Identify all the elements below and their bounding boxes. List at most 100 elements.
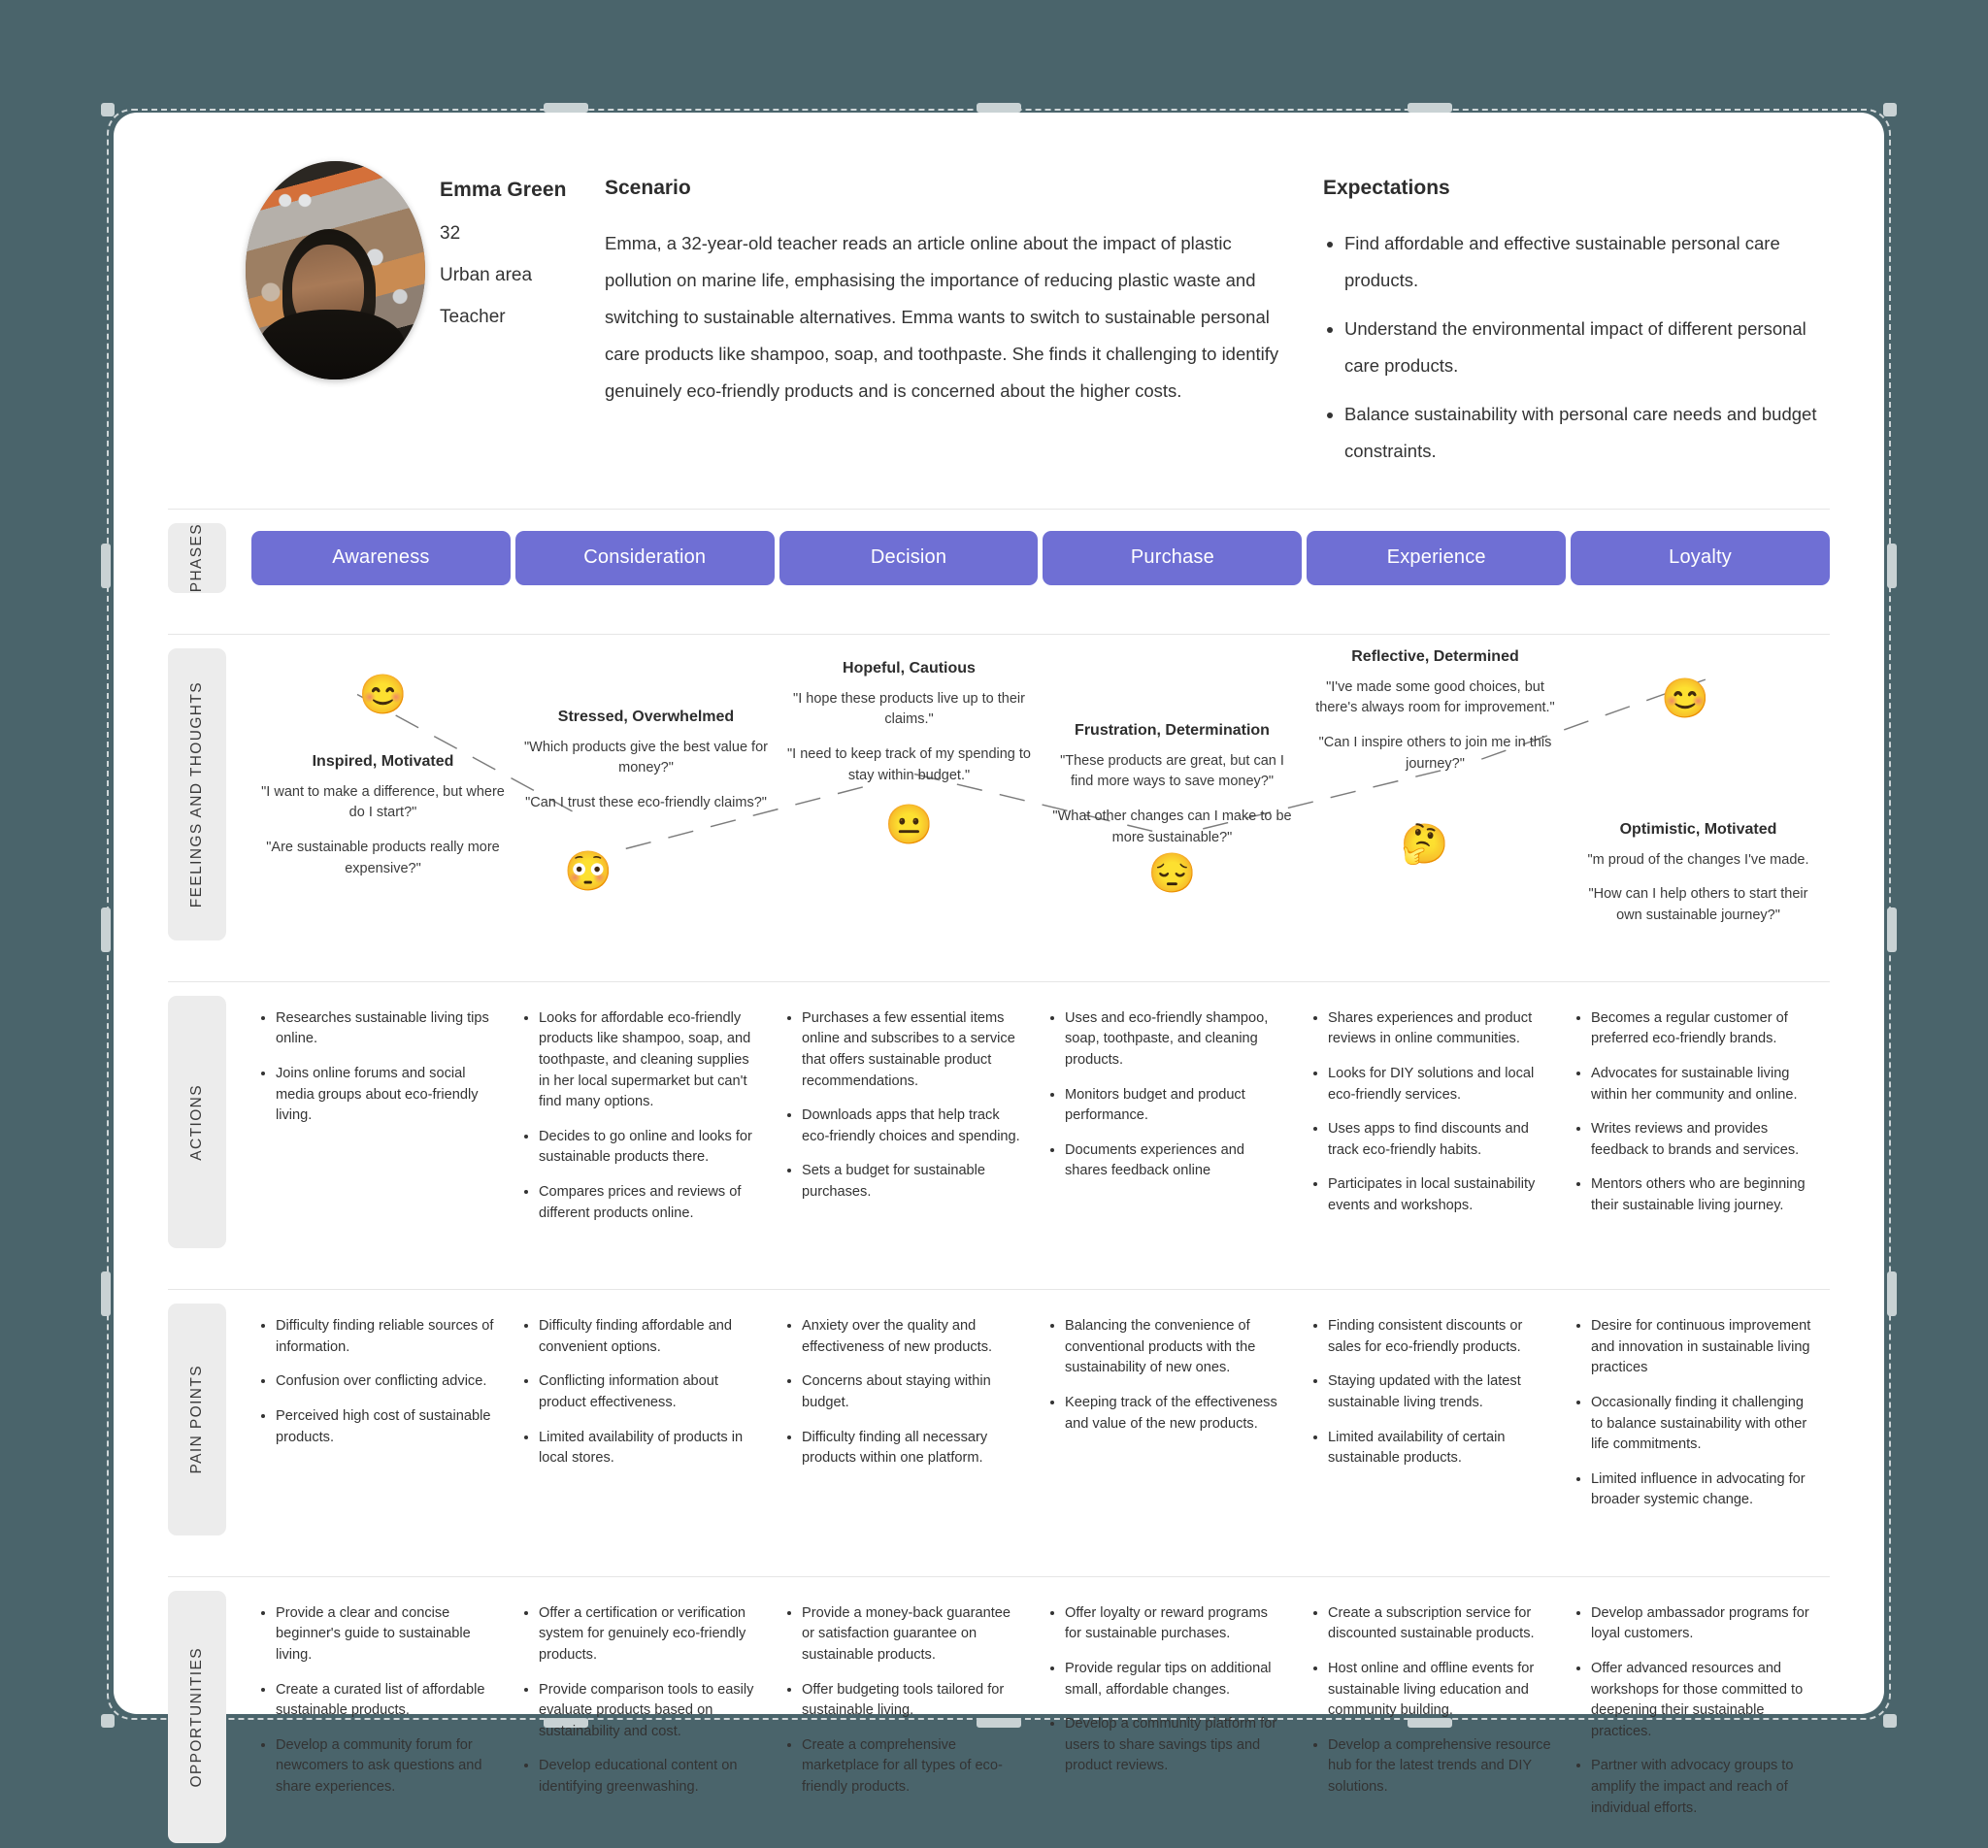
pain-points-row: PAIN POINTS Difficulty finding reliable …: [168, 1290, 1830, 1549]
actions-list: Shares experiences and product reviews i…: [1311, 1007, 1551, 1217]
phase-chip-consideration[interactable]: Consideration: [514, 530, 775, 585]
resize-handle-left-upper[interactable]: [101, 544, 111, 588]
feelings-label-text: FEELINGS AND THOUGHTS: [188, 680, 205, 908]
resize-handle-top-left[interactable]: [101, 103, 115, 116]
list-item: Develop a community platform for users t…: [1065, 1713, 1288, 1777]
phase-chip-purchase[interactable]: Purchase: [1043, 530, 1303, 585]
feeling-cell-loyalty: 😊 Optimistic, Motivated "m proud of the …: [1567, 648, 1830, 940]
feeling-quote: "Can I trust these eco-friendly claims?": [525, 795, 767, 811]
list-item: Offer budgeting tools tailored for susta…: [802, 1679, 1025, 1722]
resize-handle-left-lower[interactable]: [101, 1271, 111, 1316]
feeling-title: Inspired, Motivated: [312, 752, 454, 770]
list-item: Develop ambassador programs for loyal cu…: [1591, 1602, 1814, 1645]
list-item: Occasionally finding it challenging to b…: [1591, 1392, 1814, 1456]
pain-cell-purchase: Balancing the convenience of conventiona…: [1041, 1315, 1304, 1524]
resize-handle-bottom-left[interactable]: [101, 1714, 115, 1728]
pain-list: Anxiety over the quality and effectivene…: [785, 1315, 1025, 1469]
scenario-body: Emma, a 32-year-old teacher reads an art…: [605, 233, 1279, 401]
actions-row: ACTIONS Researches sustainable living ti…: [168, 982, 1830, 1262]
actions-cell-purchase: Uses and eco-friendly shampoo, soap, too…: [1041, 1007, 1304, 1237]
feeling-quote: "How can I help others to start their ow…: [1588, 886, 1808, 924]
expectations-title: Expectations: [1323, 177, 1450, 199]
actions-row-label: ACTIONS: [168, 995, 226, 1249]
persona-details: Emma Green 32 Urban area Teacher: [440, 161, 605, 348]
pain-cell-loyalty: Desire for continuous improvement and in…: [1567, 1315, 1830, 1524]
pain-list: Desire for continuous improvement and in…: [1574, 1315, 1814, 1511]
phases-row-label: PHASES: [168, 522, 226, 593]
pain-cell-experience: Finding consistent discounts or sales fo…: [1304, 1315, 1567, 1524]
emoji-smiling-face-with-smiling-eyes: 😊: [358, 673, 408, 716]
scenario-section: Scenario Emma, a 32-year-old teacher rea…: [605, 161, 1284, 410]
pain-label-cell: PAIN POINTS: [168, 1290, 238, 1549]
list-item: Develop a community forum for newcomers …: [276, 1734, 499, 1798]
list-item: Create a curated list of affordable sust…: [276, 1679, 499, 1722]
list-item: Difficulty finding affordable and conven…: [539, 1315, 762, 1358]
resize-handle-left-middle[interactable]: [101, 908, 111, 952]
emoji-pensive-face: 😔: [1147, 851, 1197, 895]
resize-handle-bottom-right[interactable]: [1883, 1714, 1897, 1728]
persona-header: Emma Green 32 Urban area Teacher Scenari…: [168, 155, 1830, 481]
pain-list: Finding consistent discounts or sales fo…: [1311, 1315, 1551, 1469]
list-item: Looks for DIY solutions and local eco-fr…: [1328, 1063, 1551, 1106]
list-item: Uses apps to find discounts and track ec…: [1328, 1118, 1551, 1161]
list-item: Provide comparison tools to easily evalu…: [539, 1679, 762, 1743]
expectations-section: Expectations Find affordable and effecti…: [1284, 161, 1830, 481]
pain-points-cells: Difficulty finding reliable sources of i…: [238, 1290, 1830, 1549]
opportunity-cell-decision: Provide a money-back guarantee or satisf…: [778, 1602, 1041, 1832]
feelings-cells: 😊 Inspired, Motivated "I want to make a …: [238, 635, 1830, 954]
feeling-cell-experience: Reflective, Determined "I've made some g…: [1304, 648, 1567, 940]
actions-list: Becomes a regular customer of preferred …: [1574, 1007, 1814, 1217]
opportunities-list: Offer a certification or verification sy…: [522, 1602, 762, 1798]
phase-chip-awareness[interactable]: Awareness: [251, 530, 511, 585]
list-item: Writes reviews and provides feedback to …: [1591, 1118, 1814, 1161]
resize-handle-top-middle[interactable]: [977, 103, 1021, 113]
scenario-title: Scenario: [605, 177, 691, 199]
avatar-container: [246, 161, 440, 380]
avatar-shoulders: [259, 310, 405, 380]
resize-handle-right-middle[interactable]: [1887, 908, 1897, 952]
feeling-quote: "Can I inspire others to join me in this…: [1318, 735, 1552, 772]
feeling-title: Hopeful, Cautious: [843, 659, 976, 676]
list-item: Participates in local sustainability eve…: [1328, 1173, 1551, 1216]
opportunities-cells: Provide a clear and concise beginner's g…: [238, 1577, 1830, 1848]
resize-handle-right-lower[interactable]: [1887, 1271, 1897, 1316]
actions-cells: Researches sustainable living tips onlin…: [238, 982, 1830, 1262]
persona-age: 32: [440, 223, 461, 244]
resize-handle-top-left-mid[interactable]: [544, 103, 588, 113]
actions-cell-decision: Purchases a few essential items online a…: [778, 1007, 1041, 1237]
phases-row: PHASES Awareness Consideration Decision …: [168, 510, 1830, 607]
list-item: Mentors others who are beginning their s…: [1591, 1173, 1814, 1216]
feeling-cell-decision: Hopeful, Cautious "I hope these products…: [778, 648, 1041, 940]
opportunity-cell-purchase: Offer loyalty or reward programs for sus…: [1041, 1602, 1304, 1832]
list-item: Limited influence in advocating for broa…: [1591, 1468, 1814, 1511]
emoji-smiling-face-with-smiling-eyes: 😊: [1661, 676, 1709, 720]
opportunities-list: Provide a money-back guarantee or satisf…: [785, 1602, 1025, 1798]
persona-location: Urban area: [440, 265, 533, 285]
feeling-cell-awareness: 😊 Inspired, Motivated "I want to make a …: [251, 648, 514, 940]
pain-points-row-label: PAIN POINTS: [168, 1304, 226, 1535]
actions-cell-loyalty: Becomes a regular customer of preferred …: [1567, 1007, 1830, 1237]
feeling-quote: "I want to make a difference, but where …: [261, 783, 505, 821]
emoji-flushed-face: 😳: [563, 849, 613, 893]
list-item: Desire for continuous improvement and in…: [1591, 1315, 1814, 1379]
opportunities-label-cell: OPPORTUNITIES: [168, 1577, 238, 1848]
emoji-thinking-face: 🤔: [1400, 822, 1449, 866]
actions-cell-consideration: Looks for affordable eco-friendly produc…: [514, 1007, 778, 1237]
resize-handle-right-upper[interactable]: [1887, 544, 1897, 588]
feeling-quote: "These products are great, but can I fin…: [1060, 752, 1284, 790]
phase-chip-loyalty[interactable]: Loyalty: [1571, 530, 1830, 585]
actions-list: Looks for affordable eco-friendly produc…: [522, 1007, 762, 1224]
actions-cell-awareness: Researches sustainable living tips onlin…: [251, 1007, 514, 1237]
opportunities-label-text: OPPORTUNITIES: [188, 1646, 205, 1788]
resize-handle-top-right[interactable]: [1883, 103, 1897, 116]
phase-chip-decision[interactable]: Decision: [779, 530, 1039, 585]
list-item: Host online and offline events for susta…: [1328, 1658, 1551, 1722]
phase-chip-experience[interactable]: Experience: [1307, 530, 1567, 585]
opportunities-row-label: OPPORTUNITIES: [168, 1590, 226, 1844]
resize-handle-top-right-mid[interactable]: [1408, 103, 1452, 113]
pain-cell-consideration: Difficulty finding affordable and conven…: [514, 1315, 778, 1524]
list-item: Confusion over conflicting advice.: [276, 1370, 499, 1393]
feelings-label-cell: FEELINGS AND THOUGHTS: [168, 635, 238, 954]
list-item: Balancing the convenience of conventiona…: [1065, 1315, 1288, 1379]
list-item: Provide a money-back guarantee or satisf…: [802, 1602, 1025, 1666]
